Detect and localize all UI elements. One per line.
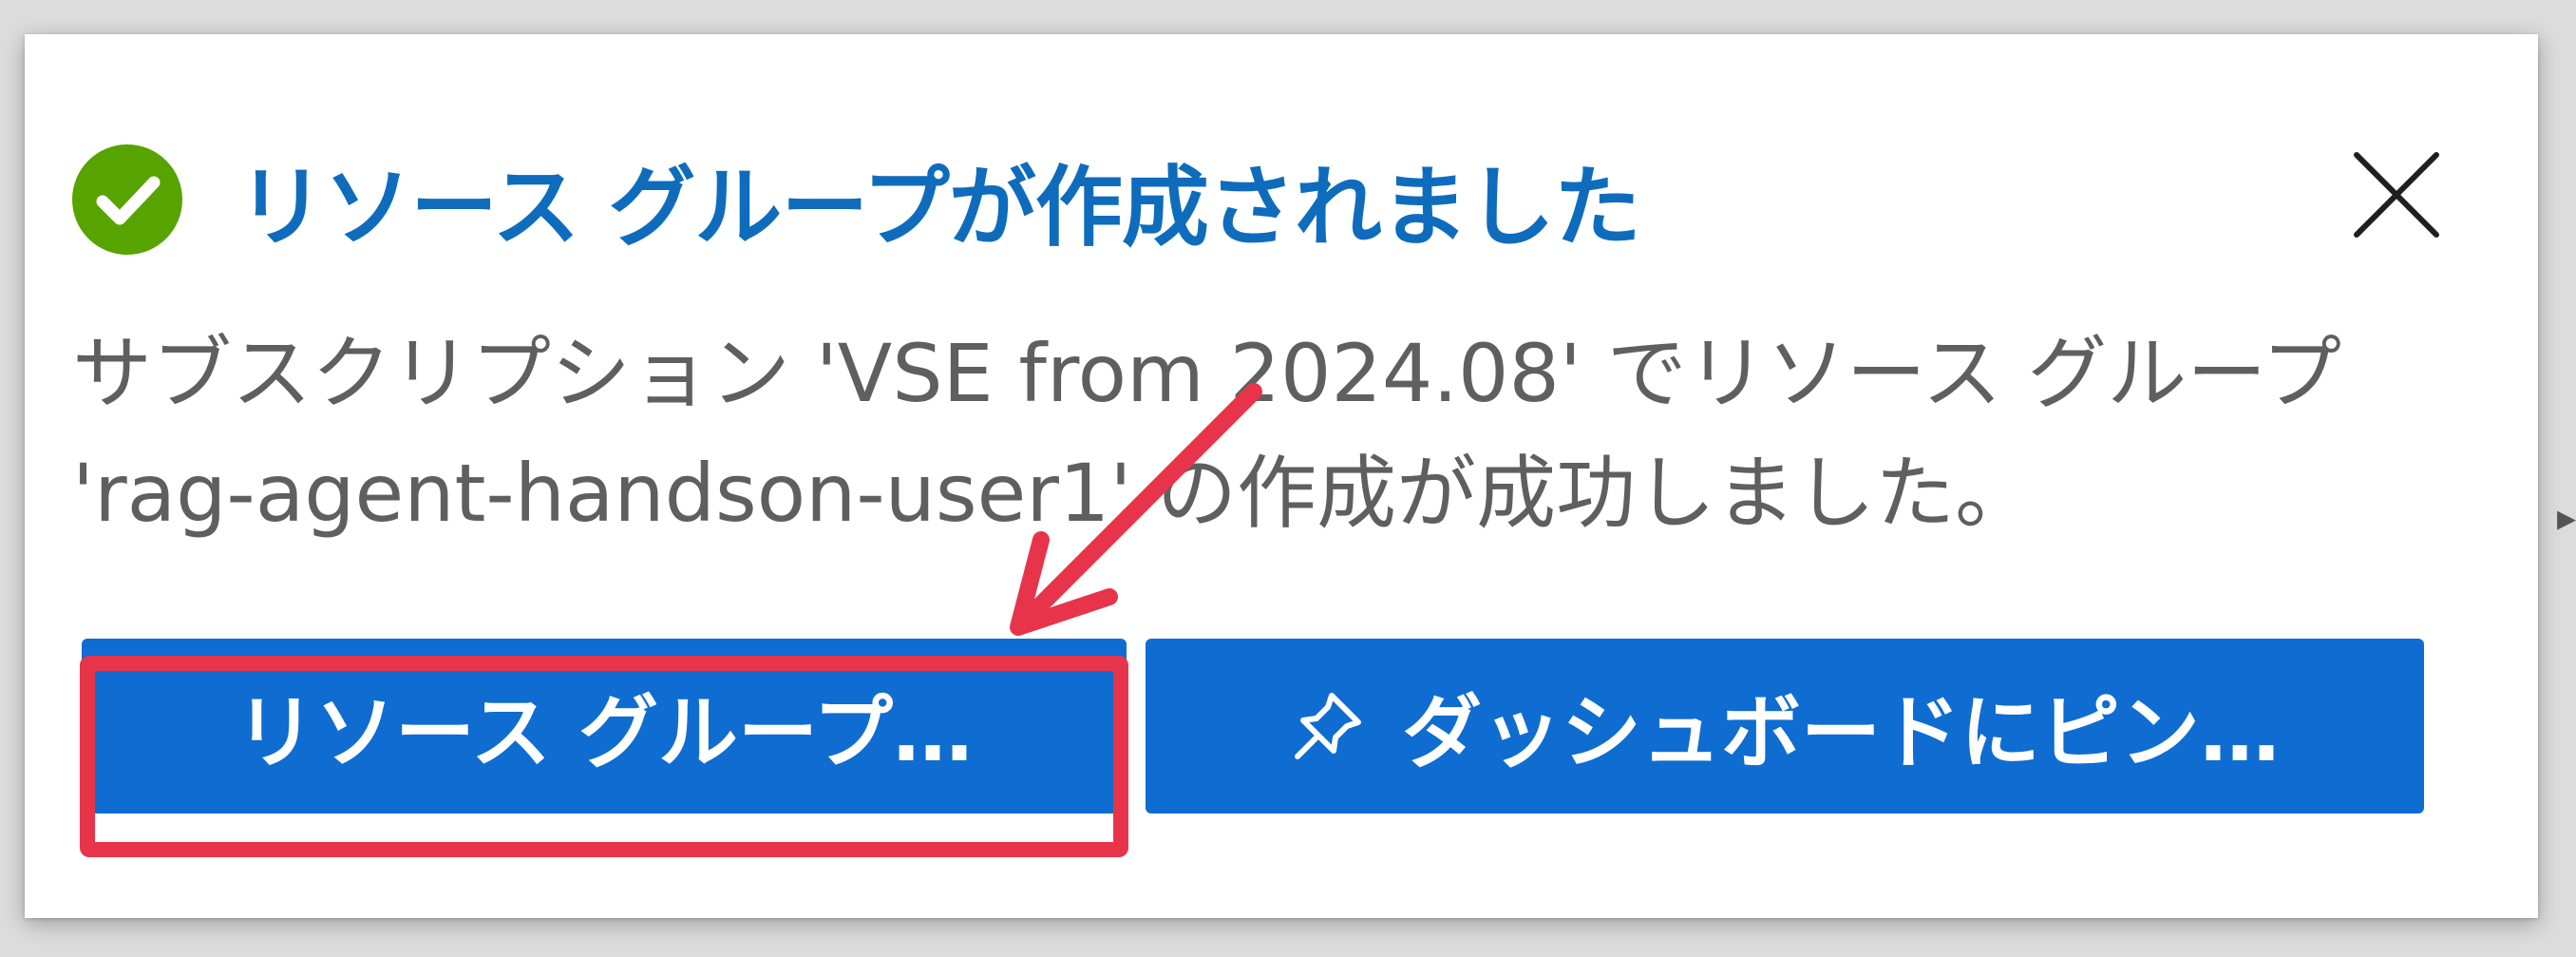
- close-button[interactable]: [2325, 124, 2468, 266]
- close-icon: [2354, 152, 2439, 238]
- notification-title: リソース グループが作成されました: [237, 156, 1641, 258]
- notification-message: サブスクリプション 'VSE from 2024.08' でリソース グループ …: [72, 314, 2466, 553]
- pin-icon: [1294, 693, 1361, 759]
- pin-to-dashboard-button[interactable]: ダッシュボードにピン…: [1146, 639, 2424, 813]
- go-to-resource-group-button[interactable]: リソース グループ…: [82, 639, 1127, 813]
- message-line-2: 'rag-agent-handson-user1' の作成が成功しました。: [72, 447, 2036, 540]
- backdrop-chevron-icon: ▸: [2557, 496, 2576, 540]
- pin-button-label: ダッシュボードにピン…: [1401, 685, 2280, 779]
- resource-group-button-label: リソース グループ…: [235, 685, 973, 779]
- message-line-1: サブスクリプション 'VSE from 2024.08' でリソース グループ: [72, 327, 2342, 420]
- notification-header: リソース グループが作成されました: [72, 143, 1641, 258]
- check-circle-icon: [72, 144, 182, 255]
